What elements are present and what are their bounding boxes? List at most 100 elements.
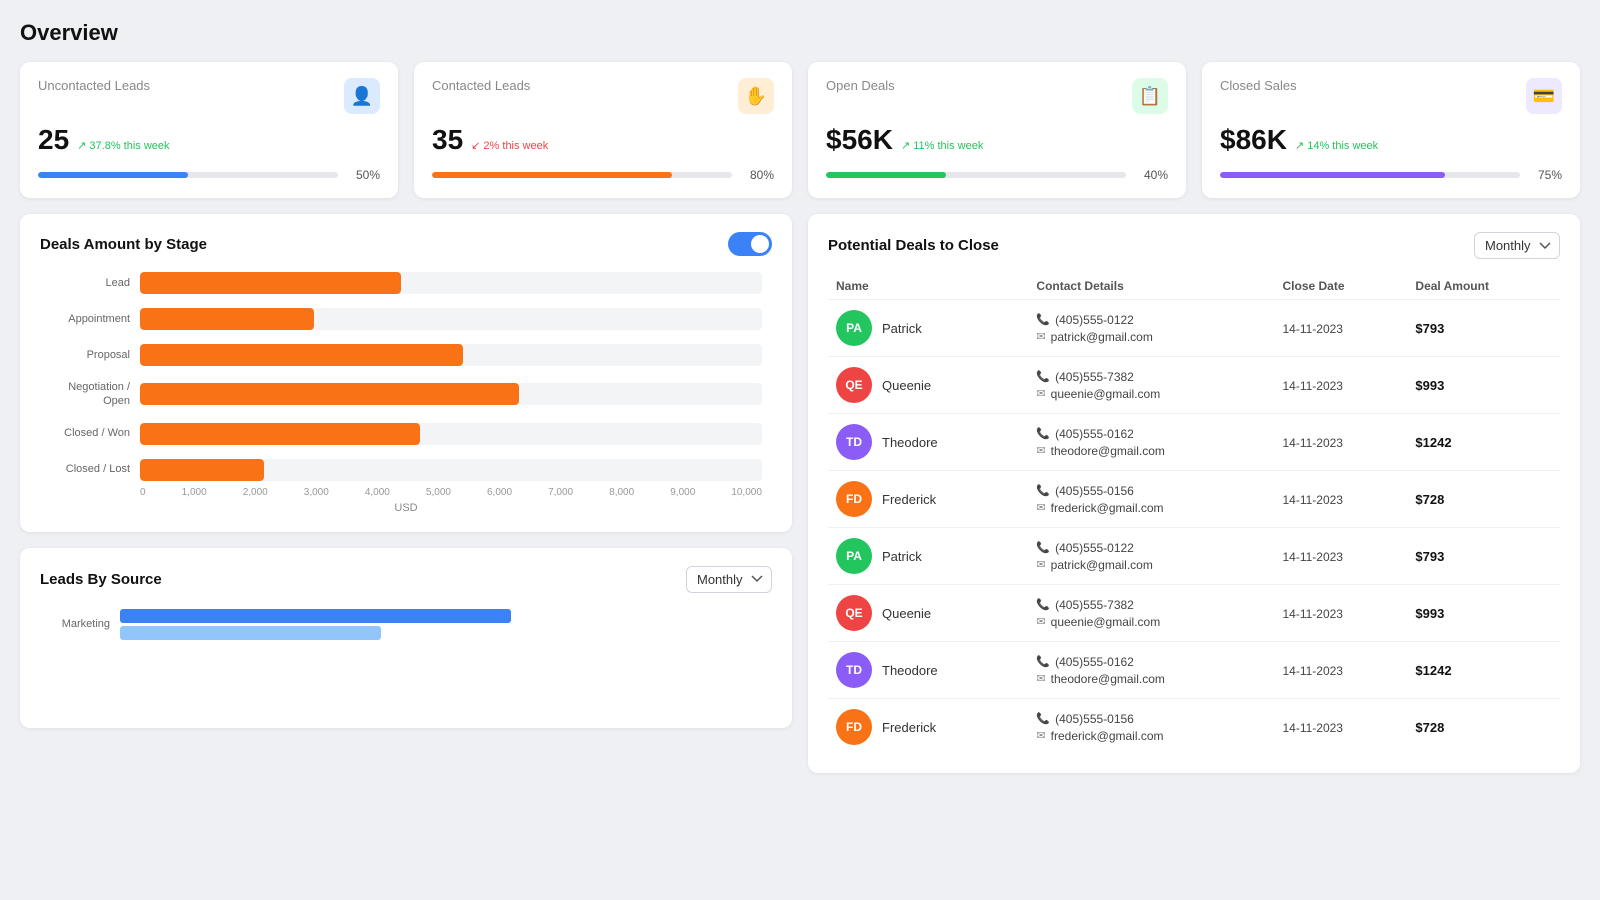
- bar-row-2: Proposal: [50, 344, 762, 366]
- name-cell-inner-4: PA Patrick: [836, 538, 1020, 574]
- card-value-row-3: $86K ↗ 14% this week: [1220, 124, 1562, 156]
- contact-name-6: Theodore: [882, 663, 938, 678]
- email-icon-0: ✉: [1036, 330, 1045, 343]
- deal-amount-4: $793: [1407, 528, 1560, 585]
- potential-deals-table: NameContact DetailsClose DateDeal Amount…: [828, 273, 1560, 755]
- progress-label-0: 50%: [348, 168, 380, 182]
- deal-amount-5: $993: [1407, 585, 1560, 642]
- phone-icon-0: 📞: [1036, 313, 1050, 326]
- deal-amount-2: $1242: [1407, 414, 1560, 471]
- bar-label-4: Closed / Won: [50, 426, 130, 440]
- contact-details-inner-3: 📞 (405)555-0156 ✉ frederick@gmail.com: [1036, 484, 1266, 515]
- phone-icon-2: 📞: [1036, 427, 1050, 440]
- table-row[interactable]: PA Patrick 📞 (405)555-0122 ✉ patrick@gma…: [828, 300, 1560, 357]
- email-icon-7: ✉: [1036, 729, 1045, 742]
- close-date-val-6: 14-11-2023: [1282, 664, 1343, 678]
- contact-details-3: 📞 (405)555-0156 ✉ frederick@gmail.com: [1028, 471, 1274, 528]
- bar-chart: Lead Appointment Proposal Negotiation / …: [50, 272, 762, 481]
- phone-2: (405)555-0162: [1055, 427, 1134, 441]
- page-title: Overview: [20, 20, 1580, 46]
- axis-label-3: 3,000: [304, 487, 329, 498]
- potential-deals-card: Potential Deals to Close MonthlyWeeklyYe…: [808, 214, 1580, 773]
- stat-cards-container: Uncontacted Leads 👤 25 ↗ 37.8% this week…: [20, 62, 1580, 198]
- card-header-2: Open Deals 📋: [826, 78, 1168, 114]
- name-cell-inner-5: QE Queenie: [836, 595, 1020, 631]
- name-cell-3: FD Frederick: [828, 471, 1028, 528]
- bar-label-1: Appointment: [50, 312, 130, 326]
- contact-details-inner-7: 📞 (405)555-0156 ✉ frederick@gmail.com: [1036, 712, 1266, 743]
- phone-icon-5: 📞: [1036, 598, 1050, 611]
- contact-name-3: Frederick: [882, 492, 936, 507]
- card-icon-3: 💳: [1526, 78, 1562, 114]
- email-line-7: ✉ frederick@gmail.com: [1036, 729, 1266, 743]
- stat-card-closed-sales: Closed Sales 💳 $86K ↗ 14% this week 75%: [1202, 62, 1580, 198]
- close-date-val-7: 14-11-2023: [1282, 721, 1343, 735]
- close-date-val-1: 14-11-2023: [1282, 379, 1343, 393]
- email-icon-4: ✉: [1036, 558, 1045, 571]
- email-line-1: ✉ queenie@gmail.com: [1036, 387, 1266, 401]
- deal-amount-val-0: $793: [1415, 321, 1444, 336]
- progress-bar-fill-2: [826, 172, 946, 178]
- email-icon-5: ✉: [1036, 615, 1045, 628]
- name-cell-inner-3: FD Frederick: [836, 481, 1020, 517]
- phone-line-7: 📞 (405)555-0156: [1036, 712, 1266, 726]
- table-row[interactable]: TD Theodore 📞 (405)555-0162 ✉ theodore@g…: [828, 642, 1560, 699]
- phone-icon-7: 📞: [1036, 712, 1050, 725]
- deal-amount-val-4: $793: [1415, 549, 1444, 564]
- bar-fill-5: [140, 459, 264, 481]
- name-cell-0: PA Patrick: [828, 300, 1028, 357]
- deals-col-1: Contact Details: [1028, 273, 1274, 300]
- table-row[interactable]: PA Patrick 📞 (405)555-0122 ✉ patrick@gma…: [828, 528, 1560, 585]
- phone-7: (405)555-0156: [1055, 712, 1134, 726]
- deals-chart-toggle[interactable]: [728, 232, 772, 256]
- email-line-3: ✉ frederick@gmail.com: [1036, 501, 1266, 515]
- stat-card-open-deals: Open Deals 📋 $56K ↗ 11% this week 40%: [808, 62, 1186, 198]
- email-1: queenie@gmail.com: [1051, 387, 1161, 401]
- axis-label-0: 0: [140, 487, 146, 498]
- deals-table-header-row: NameContact DetailsClose DateDeal Amount: [828, 273, 1560, 300]
- potential-deals-dropdown[interactable]: MonthlyWeeklyYearly: [1474, 232, 1560, 259]
- card-trend-1: ↙ 2% this week: [471, 139, 548, 152]
- axis-label-2: 2,000: [243, 487, 268, 498]
- deals-bar-chart: Lead Appointment Proposal Negotiation / …: [40, 272, 772, 514]
- phone-4: (405)555-0122: [1055, 541, 1134, 555]
- card-header-1: Contacted Leads ✋: [432, 78, 774, 114]
- contact-name-2: Theodore: [882, 435, 938, 450]
- contact-name-1: Queenie: [882, 378, 931, 393]
- email-0: patrick@gmail.com: [1051, 330, 1153, 344]
- table-row[interactable]: TD Theodore 📞 (405)555-0162 ✉ theodore@g…: [828, 414, 1560, 471]
- email-line-5: ✉ queenie@gmail.com: [1036, 615, 1266, 629]
- progress-bar-fill-3: [1220, 172, 1445, 178]
- avatar-4: PA: [836, 538, 872, 574]
- table-row[interactable]: QE Queenie 📞 (405)555-7382 ✉ queenie@gma…: [828, 357, 1560, 414]
- deal-amount-6: $1242: [1407, 642, 1560, 699]
- phone-1: (405)555-7382: [1055, 370, 1134, 384]
- source-bar-marketing-1: [120, 609, 511, 623]
- table-row[interactable]: FD Frederick 📞 (405)555-0156 ✉ frederick…: [828, 471, 1560, 528]
- email-5: queenie@gmail.com: [1051, 615, 1161, 629]
- leads-source-dropdown[interactable]: MonthlyWeeklyYearly: [686, 566, 772, 593]
- avatar-7: FD: [836, 709, 872, 745]
- leads-source-title: Leads By Source: [40, 571, 162, 588]
- phone-icon-1: 📞: [1036, 370, 1050, 383]
- contact-name-0: Patrick: [882, 321, 922, 336]
- table-row[interactable]: FD Frederick 📞 (405)555-0156 ✉ frederick…: [828, 699, 1560, 756]
- progress-label-2: 40%: [1136, 168, 1168, 182]
- contact-details-inner-1: 📞 (405)555-7382 ✉ queenie@gmail.com: [1036, 370, 1266, 401]
- progress-row-2: 40%: [826, 168, 1168, 182]
- potential-deals-header: Potential Deals to Close MonthlyWeeklyYe…: [828, 232, 1560, 259]
- bar-label-5: Closed / Lost: [50, 462, 130, 476]
- deal-amount-0: $793: [1407, 300, 1560, 357]
- contact-details-inner-4: 📞 (405)555-0122 ✉ patrick@gmail.com: [1036, 541, 1266, 572]
- name-cell-5: QE Queenie: [828, 585, 1028, 642]
- deal-amount-1: $993: [1407, 357, 1560, 414]
- email-line-0: ✉ patrick@gmail.com: [1036, 330, 1266, 344]
- table-row[interactable]: QE Queenie 📞 (405)555-7382 ✉ queenie@gma…: [828, 585, 1560, 642]
- deal-amount-7: $728: [1407, 699, 1560, 756]
- card-value-3: $86K: [1220, 124, 1287, 156]
- contact-details-inner-5: 📞 (405)555-7382 ✉ queenie@gmail.com: [1036, 598, 1266, 629]
- email-3: frederick@gmail.com: [1051, 501, 1164, 515]
- bar-row-0: Lead: [50, 272, 762, 294]
- close-date-4: 14-11-2023: [1274, 528, 1407, 585]
- deals-col-2: Close Date: [1274, 273, 1407, 300]
